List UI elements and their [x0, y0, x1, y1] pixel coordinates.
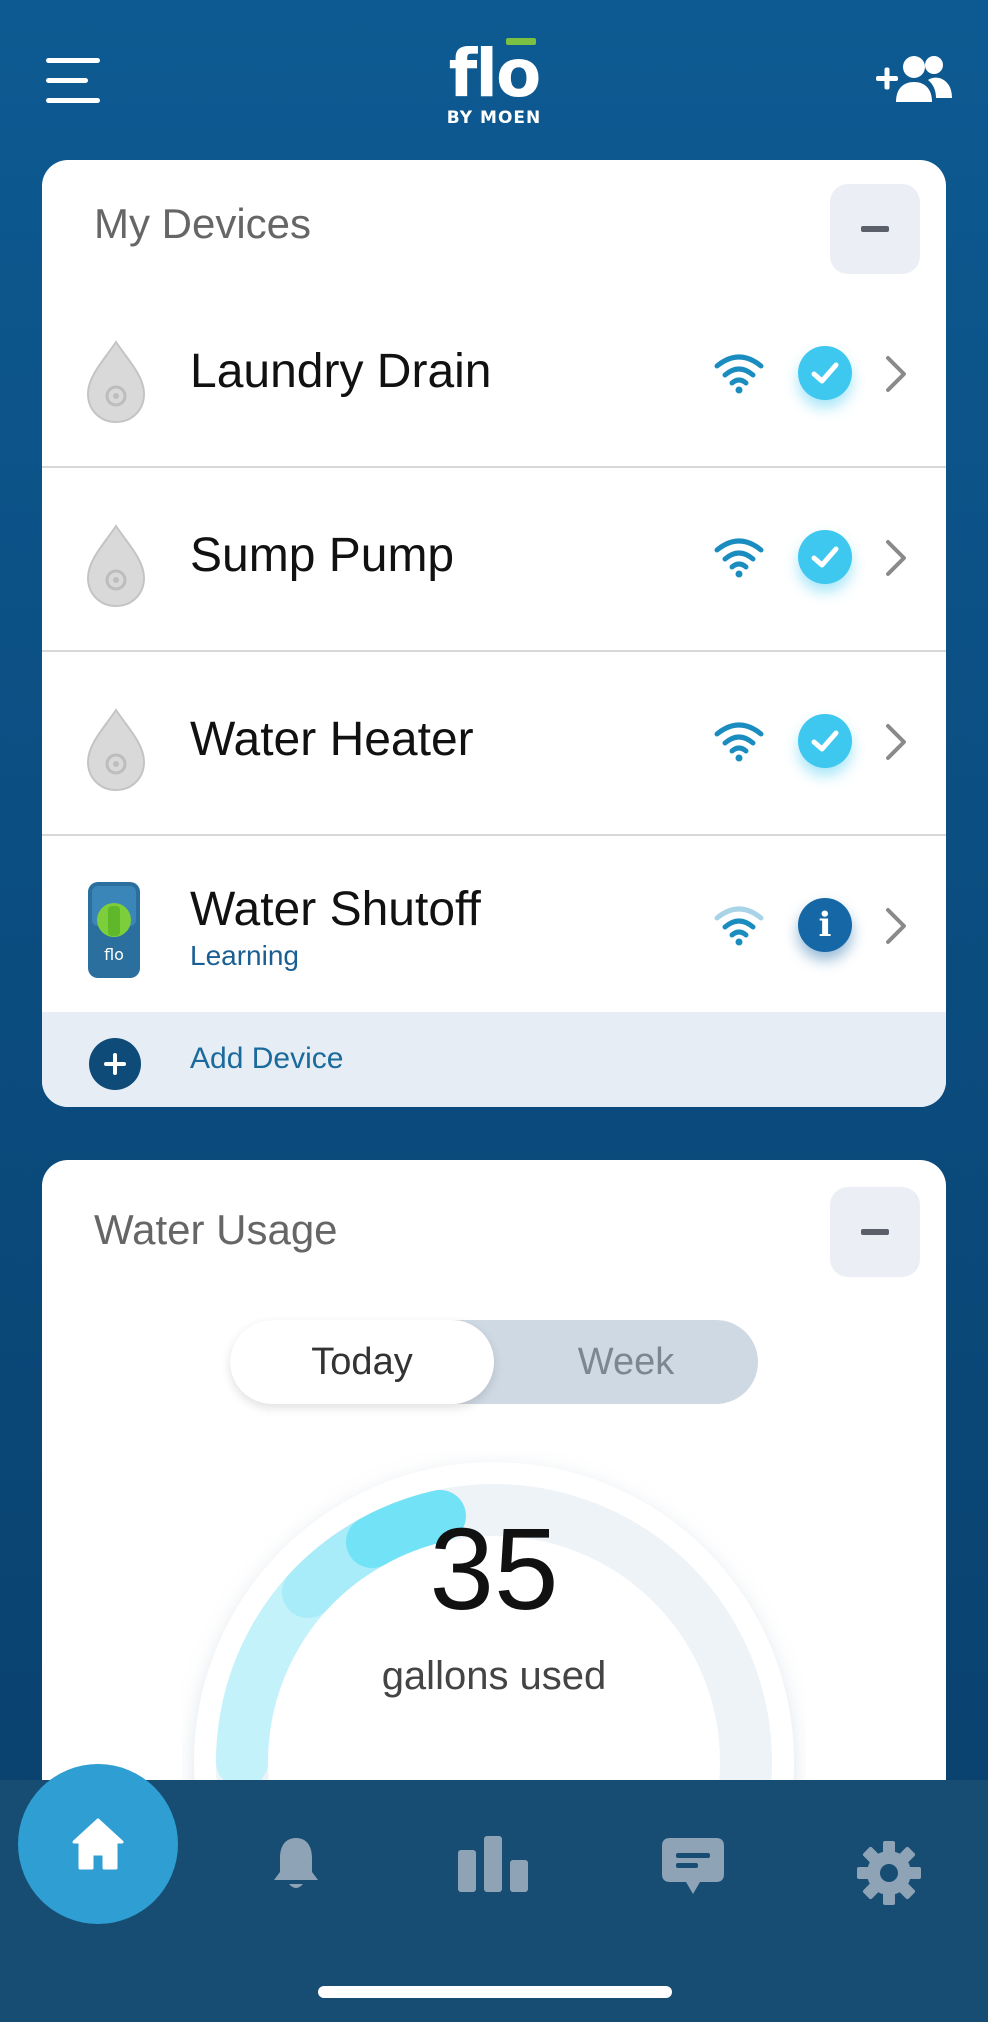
svg-text:flo: flo: [104, 945, 124, 964]
chevron-right-icon: [886, 356, 906, 392]
my-devices-title: My Devices: [94, 200, 312, 247]
connected-check-icon: [798, 714, 852, 768]
add-device-button[interactable]: Add Device: [42, 1012, 946, 1107]
home-indicator-bar[interactable]: [318, 1986, 672, 1998]
chevron-right-icon: [886, 908, 906, 944]
wifi-icon: [714, 538, 764, 578]
wifi-icon: [714, 722, 764, 762]
usage-period-toggle: Today Week: [230, 1320, 758, 1404]
chevron-right-icon: [886, 540, 906, 576]
shutoff-valve-icon: flo: [88, 882, 140, 978]
logo-text: flo: [448, 35, 542, 112]
info-icon[interactable]: i: [798, 898, 852, 952]
hamburger-menu-icon[interactable]: [46, 58, 100, 104]
device-row-water-shutoff[interactable]: flo Water Shutoff Learning i: [42, 836, 946, 1020]
add-user-icon[interactable]: [874, 52, 954, 108]
chat-icon[interactable]: [660, 1836, 726, 1900]
plus-icon: [89, 1038, 141, 1090]
device-row-laundry-drain[interactable]: Laundry Drain: [42, 284, 946, 468]
tab-week[interactable]: Week: [494, 1320, 758, 1404]
device-status-text: Learning: [190, 940, 299, 971]
gear-icon[interactable]: [856, 1840, 922, 1906]
wifi-icon: [714, 906, 764, 946]
home-nav-button[interactable]: [18, 1764, 178, 1924]
water-drop-sensor-icon: [86, 340, 146, 424]
collapse-devices-button[interactable]: [830, 184, 920, 274]
connected-check-icon: [798, 530, 852, 584]
collapse-usage-button[interactable]: [830, 1187, 920, 1277]
tab-today[interactable]: Today: [230, 1320, 494, 1404]
water-drop-sensor-icon: [86, 524, 146, 608]
usage-value: 35: [429, 1504, 559, 1634]
bar-chart-icon[interactable]: [456, 1836, 530, 1892]
chevron-right-icon: [886, 724, 906, 760]
wifi-icon: [714, 354, 764, 394]
app-header: flo BY MOEN: [0, 0, 988, 165]
logo-subtext: BY MOEN: [446, 108, 542, 128]
water-drop-sensor-icon: [86, 708, 146, 792]
usage-unit: gallons used: [381, 1654, 607, 1698]
flo-by-moen-logo: flo BY MOEN: [434, 34, 554, 130]
connected-check-icon: [798, 346, 852, 400]
water-usage-title: Water Usage: [94, 1206, 338, 1253]
device-row-water-heater[interactable]: Water Heater: [42, 652, 946, 836]
device-name: Laundry Drain: [190, 345, 492, 398]
bell-icon[interactable]: [272, 1836, 320, 1892]
device-name: Sump Pump: [190, 529, 455, 582]
home-icon: [72, 1818, 124, 1870]
device-name: Water Shutoff: [190, 883, 481, 936]
device-row-sump-pump[interactable]: Sump Pump: [42, 468, 946, 652]
device-name: Water Heater: [190, 713, 474, 766]
my-devices-card: My Devices Laundry Drain Sump Pump Water…: [42, 160, 946, 1107]
add-device-label: Add Device: [190, 1042, 344, 1075]
